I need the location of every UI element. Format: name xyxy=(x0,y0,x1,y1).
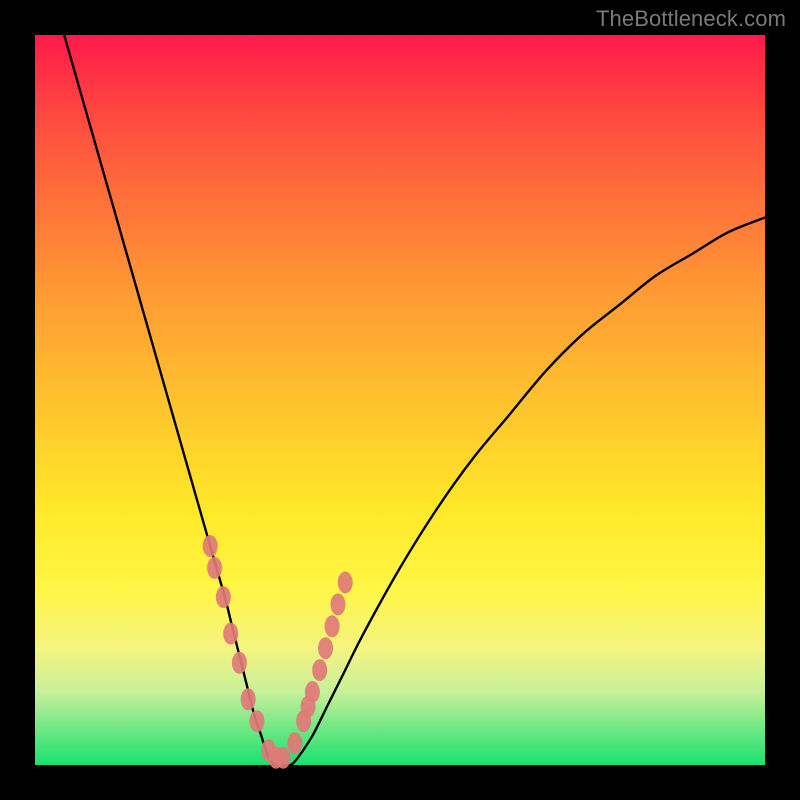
watermark-text: TheBottleneck.com xyxy=(596,6,786,32)
bottleneck-curve xyxy=(64,35,765,766)
marker-dot xyxy=(203,535,218,557)
marker-dot xyxy=(241,688,256,710)
plot-area xyxy=(35,35,765,765)
curve-svg xyxy=(35,35,765,765)
marker-dot xyxy=(338,572,353,594)
marker-dot xyxy=(318,637,333,659)
marker-dot xyxy=(232,652,247,674)
marker-dot xyxy=(207,557,222,579)
marker-dot xyxy=(312,659,327,681)
marker-dot xyxy=(325,615,340,637)
marker-dot xyxy=(287,732,302,754)
marker-dot xyxy=(330,593,345,615)
marker-dot xyxy=(249,710,264,732)
marker-dots xyxy=(203,535,353,769)
marker-dot xyxy=(223,623,238,645)
chart-frame: TheBottleneck.com xyxy=(0,0,800,800)
marker-dot xyxy=(305,681,320,703)
marker-dot xyxy=(276,747,291,769)
marker-dot xyxy=(216,586,231,608)
